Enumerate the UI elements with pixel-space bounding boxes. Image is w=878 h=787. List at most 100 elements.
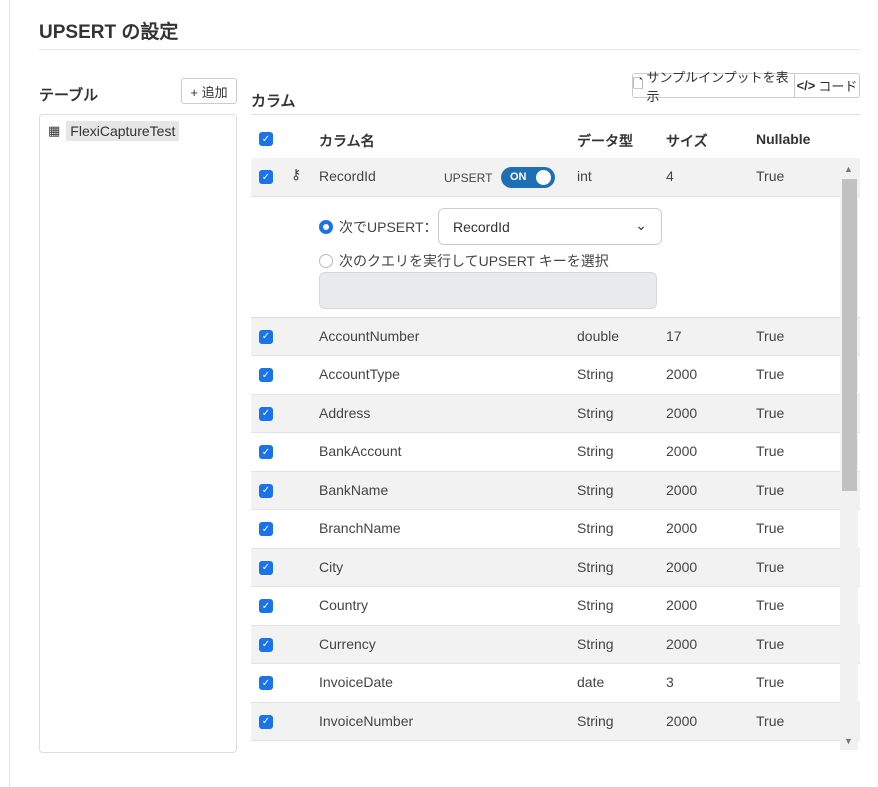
column-name: RecordId — [319, 168, 376, 184]
chevron-down-icon: ⌄ — [635, 216, 647, 233]
add-table-button[interactable]: + 追加 — [181, 78, 237, 104]
column-size: 2000 — [666, 404, 698, 421]
column-nullable: True — [756, 558, 785, 575]
column-nullable: True — [756, 327, 785, 344]
row-checkbox[interactable]: ✓ — [259, 714, 273, 729]
table-row: ✓ BankName String 2000 True — [251, 471, 860, 510]
column-nullable: True — [756, 712, 785, 729]
column-size: 2000 — [666, 712, 698, 729]
column-size: 2000 — [666, 443, 698, 459]
column-nullable: True — [756, 366, 785, 382]
column-size: 2000 — [666, 597, 698, 613]
row-checkbox[interactable]: ✓ — [259, 560, 273, 575]
column-size: 3 — [666, 674, 674, 690]
column-size: 2000 — [666, 558, 698, 575]
table-row: ✓ InvoiceNumber String 2000 True — [251, 702, 860, 741]
column-size: 2000 — [666, 481, 698, 498]
upsert-label: UPSERT — [444, 171, 493, 185]
column-type: String — [577, 443, 614, 459]
table-row: ✓ BankAccount String 2000 True — [251, 433, 860, 472]
column-size: 2000 — [666, 635, 698, 652]
table-row: ✓ AccountNumber double 17 True — [251, 317, 860, 356]
column-name: InvoiceDate — [319, 674, 393, 690]
table-icon: ▦ — [48, 123, 61, 138]
table-row: ✓ Address String 2000 True — [251, 394, 860, 433]
upsert-by-radio[interactable] — [319, 219, 333, 234]
column-name: AccountNumber — [319, 327, 420, 344]
table-row: ✓ ⚷ RecordId UPSERT ON int 4 True — [251, 158, 860, 197]
scrollbar[interactable]: ▲ ▼ — [840, 158, 858, 750]
upsert-toggle[interactable]: ON — [501, 167, 555, 188]
row-checkbox[interactable]: ✓ — [259, 522, 273, 536]
row-checkbox[interactable]: ✓ — [259, 170, 273, 184]
table-row: ✓ InvoiceDate date 3 True — [251, 664, 860, 703]
row-checkbox[interactable]: ✓ — [259, 483, 273, 498]
scroll-up-icon[interactable]: ▲ — [844, 164, 853, 174]
upsert-key-select[interactable]: RecordId ⌄ — [438, 207, 662, 245]
key-icon: ⚷ — [291, 166, 302, 182]
row-checkbox[interactable]: ✓ — [259, 637, 273, 652]
column-nullable: True — [756, 520, 785, 536]
column-size: 2000 — [666, 366, 698, 382]
query-input[interactable] — [319, 271, 657, 309]
toggle-knob — [536, 170, 551, 185]
column-type: String — [577, 597, 614, 613]
column-nullable: True — [756, 443, 785, 459]
row-checkbox[interactable]: ✓ — [259, 676, 273, 690]
table-row: ✓ Name String 2000 True — [251, 741, 860, 750]
column-name: BranchName — [319, 520, 401, 536]
header-size: サイズ — [666, 133, 708, 149]
column-type: date — [577, 674, 605, 690]
column-type: String — [577, 404, 614, 421]
table-row: ✓ Currency String 2000 True — [251, 625, 860, 664]
code-button[interactable]: </> コード — [794, 73, 860, 98]
header-nullable: Nullable — [756, 131, 811, 147]
code-icon: </> — [796, 78, 816, 93]
select-all-checkbox[interactable]: ✓ — [259, 132, 273, 146]
column-name: BankName — [319, 481, 389, 498]
query-radio[interactable] — [319, 253, 333, 268]
column-name: Country — [319, 597, 369, 613]
row-checkbox[interactable]: ✓ — [259, 599, 273, 613]
sample-button-label: サンプルインプットを表示 — [646, 69, 789, 104]
scrollbar-thumb[interactable] — [842, 179, 857, 491]
column-nullable: True — [756, 481, 785, 498]
column-name: InvoiceNumber — [319, 712, 414, 729]
row-checkbox[interactable]: ✓ — [259, 329, 273, 344]
upsert-by-label: 次でUPSERT： — [339, 218, 438, 235]
column-nullable: True — [756, 404, 785, 421]
column-type: double — [577, 327, 620, 344]
row-checkbox[interactable]: ✓ — [259, 406, 273, 421]
select-value: RecordId — [453, 218, 510, 235]
left-border — [9, 0, 10, 787]
column-type: String — [577, 635, 614, 652]
upsert-options: 次でUPSERT： RecordId ⌄ 次のクエリを実行してUPSERT キーを… — [251, 196, 860, 318]
toggle-text: ON — [510, 171, 527, 183]
row-checkbox[interactable]: ✓ — [259, 445, 273, 459]
column-type: int — [577, 168, 592, 184]
column-type: String — [577, 481, 614, 498]
column-size: 4 — [666, 168, 674, 184]
page-title: UPSERT の設定 — [39, 22, 179, 43]
column-nullable: True — [756, 635, 785, 652]
column-nullable: True — [756, 168, 785, 184]
query-option-label: 次のクエリを実行してUPSERT キーを選択 — [339, 252, 609, 269]
file-icon: 🗋 — [633, 75, 644, 91]
table-row: ✓ Country String 2000 True — [251, 587, 860, 626]
columns-table-body: ✓ ⚷ RecordId UPSERT ON int 4 True 次でUPSE… — [251, 158, 860, 750]
row-checkbox[interactable]: ✓ — [259, 368, 273, 382]
table-name: FlexiCaptureTest — [66, 121, 180, 141]
scroll-down-icon[interactable]: ▼ — [844, 736, 853, 746]
column-nullable: True — [756, 597, 785, 613]
column-name: Currency — [319, 635, 376, 652]
table-row: ✓ City String 2000 True — [251, 548, 860, 587]
code-button-label: コード — [818, 79, 858, 94]
column-size: 17 — [666, 327, 682, 344]
column-type: String — [577, 712, 614, 729]
show-sample-input-button[interactable]: 🗋 サンプルインプットを表示 — [632, 70, 795, 104]
table-header: ✓ カラム名 データ型 サイズ Nullable — [251, 114, 860, 158]
table-item[interactable]: ▦ FlexiCaptureTest — [48, 121, 180, 141]
columns-label: カラム — [251, 93, 296, 110]
column-type: String — [577, 520, 614, 536]
divider — [39, 49, 861, 50]
